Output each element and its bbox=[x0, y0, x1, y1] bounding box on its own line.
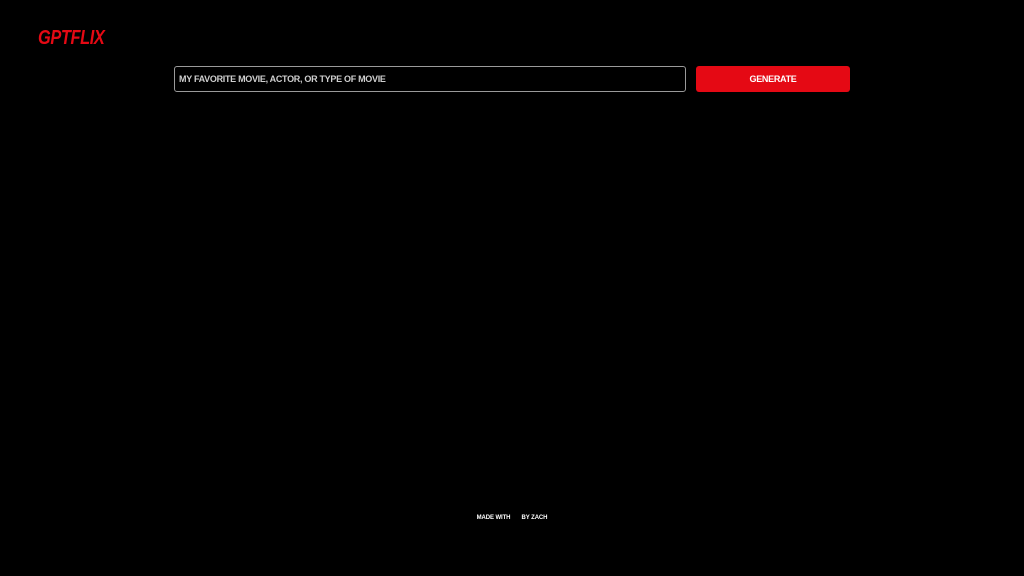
footer-made-with: MADE WITH bbox=[476, 515, 511, 521]
footer-author: BY ZACH bbox=[521, 515, 548, 521]
prompt-input[interactable] bbox=[174, 66, 686, 92]
gptflix-logo[interactable]: GPTFLIX bbox=[38, 26, 105, 50]
search-form: GENERATE bbox=[174, 66, 850, 92]
footer: MADE WITH BY ZACH bbox=[0, 513, 1024, 523]
generate-button[interactable]: GENERATE bbox=[696, 66, 850, 92]
